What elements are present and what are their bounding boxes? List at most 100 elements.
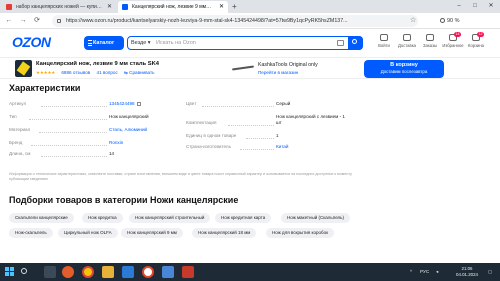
char-divider	[202, 106, 274, 107]
char-key: Бренд	[9, 140, 23, 145]
char-row: Артикул 1345424498	[9, 101, 169, 111]
char-divider	[246, 138, 274, 139]
close-tab-icon[interactable]: ✕	[219, 1, 224, 13]
char-row: Цвет Серый	[186, 101, 356, 111]
ozon-logo[interactable]: OZON	[12, 34, 51, 50]
file-explorer-icon[interactable]	[102, 266, 114, 278]
char-divider	[228, 125, 274, 126]
sticky-product-bar: Канцелярский нож, лезвие 9 мм сталь SK4 …	[0, 57, 500, 79]
box-icon	[403, 34, 411, 41]
search-icon	[352, 39, 357, 44]
seller-logo[interactable]	[232, 63, 254, 74]
characteristics-heading: Характеристики	[9, 83, 81, 93]
collection-chip[interactable]: Нож кредитная карта	[215, 213, 272, 223]
tray-overflow-icon[interactable]: ^	[410, 263, 412, 281]
app-icon[interactable]	[162, 266, 174, 278]
close-window-button[interactable]: ✕	[484, 0, 498, 13]
forward-button[interactable]: →	[18, 15, 28, 27]
header-login[interactable]: Войти	[373, 34, 395, 48]
copy-icon[interactable]	[136, 101, 141, 106]
address-toolbar: ← → ⟳ https://www.ozon.ru/product/kantse…	[0, 13, 500, 29]
taskbar-clock[interactable]: 21:06 04.01.2024	[452, 266, 482, 278]
reviews-link[interactable]: 6886 отзывов	[61, 70, 90, 75]
new-tab-button[interactable]: +	[232, 0, 237, 13]
windows-taskbar: ^ РУС ◂ 21:06 04.01.2024 ▢	[0, 263, 500, 281]
char-divider	[41, 106, 107, 107]
compare-link[interactable]: ⇆ Сравнивать	[124, 70, 154, 75]
language-indicator[interactable]: РУС	[420, 263, 429, 281]
search-scope-select[interactable]: Везде ▾	[131, 37, 151, 49]
reload-button[interactable]: ⟳	[32, 15, 42, 27]
header-cart-label: Корзина	[468, 43, 484, 48]
collection-chip[interactable]: Нож для вскрытия коробок	[266, 228, 335, 238]
collection-chip[interactable]: Циркульный нож OLFA	[58, 228, 118, 238]
char-value-brand-link[interactable]: Ronxin	[109, 140, 123, 145]
char-row: Комплектация Нож канцелярский с лезвием …	[186, 114, 356, 130]
app-icon[interactable]	[122, 266, 134, 278]
task-view-icon[interactable]	[44, 266, 56, 278]
product-thumbnail[interactable]	[15, 60, 32, 77]
char-value-country-link[interactable]: Китай	[276, 144, 288, 149]
char-value: 1	[276, 133, 279, 138]
collection-chip[interactable]: Нож канцелярский 18 мм	[192, 228, 257, 238]
seller-name[interactable]: KashkaTools Original only	[258, 62, 318, 68]
orders-icon	[426, 34, 434, 41]
header-delivery[interactable]: Доставка	[396, 34, 418, 48]
questions-link[interactable]: 41 вопрос	[97, 70, 118, 75]
collection-chip[interactable]: Нож канцелярский строительный	[129, 213, 211, 223]
char-value-article[interactable]: 1345424498	[109, 101, 141, 106]
app-icon[interactable]	[182, 266, 194, 278]
chrome-icon[interactable]	[82, 266, 94, 278]
volume-icon[interactable]: ◂	[436, 263, 438, 281]
maximize-button[interactable]: □	[468, 0, 482, 13]
cart-badge: 12	[477, 32, 484, 37]
header-orders-label: Заказы	[423, 43, 437, 48]
bookmark-star-icon[interactable]: ☆	[410, 15, 416, 27]
yandex-favicon-icon	[6, 4, 12, 10]
char-row: Единиц в одном товаре 1	[186, 133, 356, 143]
taskbar-search-icon[interactable]	[20, 267, 30, 277]
char-key: Комплектация	[186, 120, 217, 125]
windows-start-icon[interactable]	[5, 267, 15, 277]
header-cart[interactable]: 12 Корзина	[465, 32, 487, 48]
collection-chip[interactable]: Нож канцелярский 9 мм	[121, 228, 183, 238]
favorites-badge: 14	[454, 32, 461, 37]
yandex-browser-icon[interactable]	[142, 266, 154, 278]
product-title[interactable]: Канцелярский нож, лезвие 9 мм сталь SK4	[36, 61, 159, 67]
minimize-button[interactable]: –	[452, 0, 466, 13]
tab-title: Канцелярский нож, лезвие 9 мм…	[132, 4, 212, 10]
url-field[interactable]: https://www.ozon.ru/product/kantselyarsk…	[52, 15, 418, 27]
characteristics-disclaimer: Информация о технических характеристиках…	[9, 172, 352, 182]
collection-chip[interactable]: Нож макетный (Скальпель)	[281, 213, 351, 223]
seller-store-link[interactable]: Перейти в магазин	[258, 70, 298, 75]
header-favorites[interactable]: 14 Избранное	[442, 32, 464, 48]
zoom-indicator[interactable]: 90 %	[440, 15, 460, 27]
tab-title: набор канцелярских ножей — купи…	[16, 4, 102, 10]
firefox-icon[interactable]	[62, 266, 74, 278]
close-tab-icon[interactable]: ✕	[107, 1, 112, 13]
search-input[interactable]: Искать на Ozon	[156, 37, 196, 49]
catalog-label: Каталог	[93, 40, 115, 46]
char-divider	[31, 145, 107, 146]
char-divider	[39, 132, 107, 133]
char-value: Серый	[276, 101, 291, 106]
search-button[interactable]	[348, 36, 363, 50]
back-button[interactable]: ←	[4, 15, 14, 27]
camera-search-icon[interactable]	[337, 40, 344, 46]
char-key: Цвет	[186, 101, 197, 106]
collection-chip[interactable]: Нож-скальпель	[9, 228, 53, 238]
browser-tab-product[interactable]: Канцелярский нож, лезвие 9 мм… ✕	[118, 1, 228, 13]
browser-tab-search[interactable]: набор канцелярских ножей — купи… ✕	[2, 1, 116, 13]
notifications-icon[interactable]: ▢	[488, 263, 492, 281]
collection-chip[interactable]: Нож кредитка	[82, 213, 123, 223]
collection-chip[interactable]: Скальпели канцелярские	[9, 213, 74, 223]
char-value-material-link[interactable]: Сталь, Алюминий	[109, 127, 147, 132]
header-delivery-label: Доставка	[398, 43, 416, 48]
lock-icon	[57, 19, 61, 23]
header-orders[interactable]: Заказы	[419, 34, 441, 48]
char-divider	[29, 119, 107, 120]
user-icon	[380, 34, 388, 41]
add-to-cart-button[interactable]: В корзину Доставим послезавтра	[364, 60, 444, 78]
menu-icon	[88, 40, 92, 46]
catalog-button[interactable]: Каталог	[84, 36, 124, 50]
